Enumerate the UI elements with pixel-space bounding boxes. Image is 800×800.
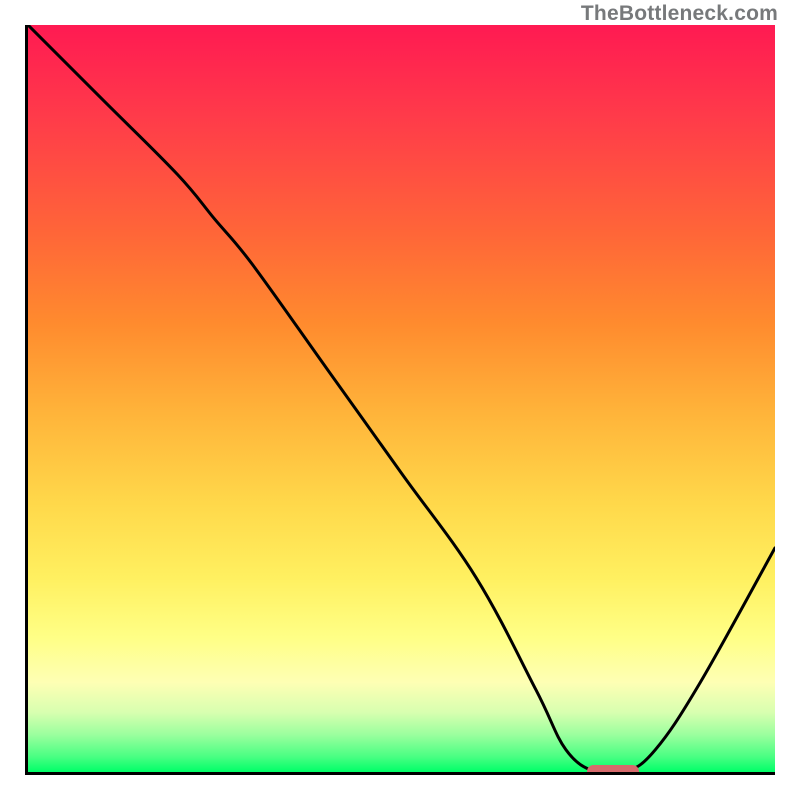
bottleneck-curve-path	[28, 25, 775, 772]
optimum-marker	[587, 765, 640, 775]
plot-area	[25, 25, 775, 775]
watermark-label: TheBottleneck.com	[581, 2, 778, 26]
chart-container: TheBottleneck.com	[0, 0, 800, 800]
curve-svg	[28, 25, 775, 772]
